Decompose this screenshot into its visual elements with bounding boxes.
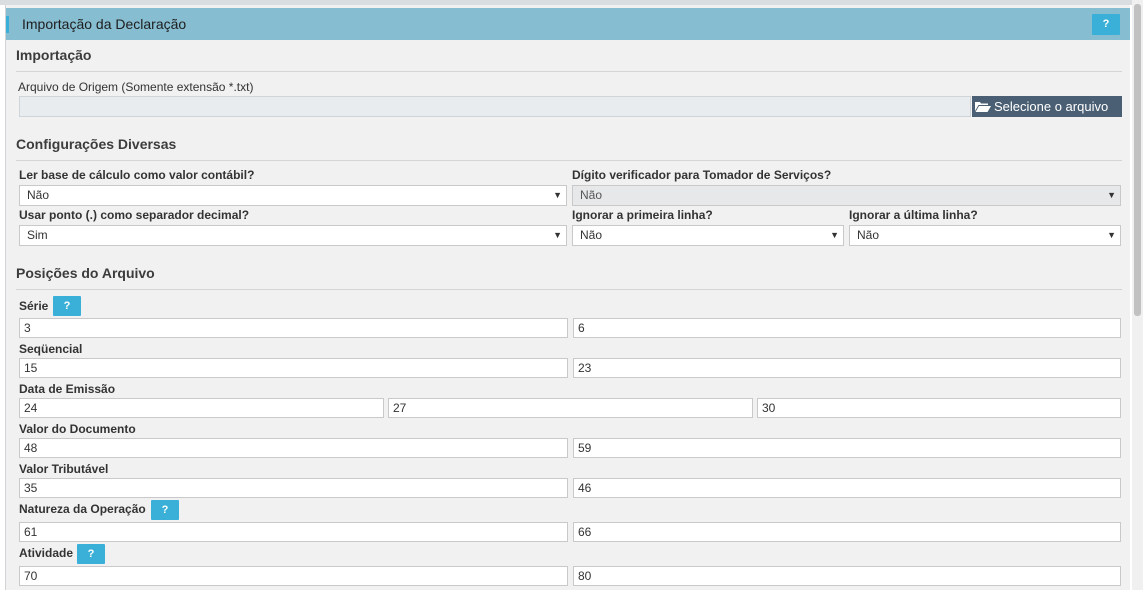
sequencial-label: Seqüencial — [19, 342, 83, 356]
natureza-start-input[interactable]: 61 — [19, 522, 568, 542]
chevron-down-icon: ▼ — [1107, 190, 1116, 200]
natureza-label: Natureza da Operação — [19, 502, 146, 516]
page-title: Importação da Declaração — [22, 16, 187, 32]
file-origin-input[interactable] — [19, 96, 971, 117]
ignorar-ultima-label: Ignorar a última linha? — [849, 208, 978, 222]
serie-end-input[interactable]: 6 — [573, 318, 1121, 338]
data-emissao-month-input[interactable]: 27 — [388, 398, 753, 418]
ler-base-label: Ler base de cálculo como valor contábil? — [19, 168, 255, 182]
folder-open-icon — [975, 102, 991, 112]
ignorar-primeira-select[interactable]: Não ▼ — [572, 225, 844, 246]
ignorar-primeira-label: Ignorar a primeira linha? — [572, 208, 713, 222]
natureza-help-button[interactable]: ? — [151, 500, 179, 520]
data-emissao-year-input[interactable]: 30 — [757, 398, 1121, 418]
section-divider — [16, 71, 1122, 72]
panel-header: Importação da Declaração ? — [6, 8, 1130, 40]
serie-help-button[interactable]: ? — [53, 296, 81, 316]
ignorar-primeira-value: Não — [580, 228, 603, 242]
serie-label: Série — [19, 299, 49, 313]
digito-label: Dígito verificador para Tomador de Servi… — [572, 168, 832, 182]
ler-base-select[interactable]: Não ▼ — [19, 185, 567, 206]
ignorar-ultima-select[interactable]: Não ▼ — [849, 225, 1121, 246]
section-config-title: Configurações Diversas — [16, 136, 177, 152]
valor-tributavel-start-input[interactable]: 35 — [19, 478, 568, 498]
chevron-down-icon: ▼ — [830, 230, 839, 240]
ler-base-value: Não — [27, 188, 50, 202]
atividade-end-input[interactable]: 80 — [573, 566, 1121, 586]
atividade-label: Atividade — [19, 546, 74, 560]
chevron-down-icon: ▼ — [553, 190, 562, 200]
chevron-down-icon: ▼ — [1107, 230, 1116, 240]
atividade-start-input[interactable]: 70 — [19, 566, 568, 586]
usar-ponto-value: Sim — [27, 228, 48, 242]
select-file-label: Selecione o arquivo — [994, 99, 1109, 114]
valor-tributavel-label: Valor Tributável — [19, 462, 109, 476]
data-emissao-day-input[interactable]: 24 — [19, 398, 384, 418]
valor-documento-end-input[interactable]: 59 — [573, 438, 1121, 458]
sequencial-start-input[interactable]: 15 — [19, 358, 568, 378]
section-divider — [16, 289, 1122, 290]
serie-start-input[interactable]: 3 — [19, 318, 568, 338]
header-accent — [6, 16, 9, 33]
digito-select[interactable]: Não ▼ — [572, 185, 1121, 206]
file-origin-label: Arquivo de Origem (Somente extensão *.tx… — [18, 80, 254, 94]
header-help-button[interactable]: ? — [1092, 14, 1120, 35]
digito-value: Não — [580, 188, 603, 202]
atividade-help-button[interactable]: ? — [77, 544, 105, 564]
vertical-scrollbar[interactable] — [1132, 0, 1143, 590]
sequencial-end-input[interactable]: 23 — [573, 358, 1121, 378]
usar-ponto-label: Usar ponto (.) como separador decimal? — [19, 208, 250, 222]
select-file-button[interactable]: Selecione o arquivo — [972, 96, 1122, 117]
valor-tributavel-end-input[interactable]: 46 — [573, 478, 1121, 498]
section-importacao-title: Importação — [16, 47, 92, 63]
usar-ponto-select[interactable]: Sim ▼ — [19, 225, 567, 246]
section-posicoes-title: Posições do Arquivo — [16, 265, 155, 281]
valor-documento-label: Valor do Documento — [19, 422, 136, 436]
scrollbar-thumb[interactable] — [1134, 4, 1141, 316]
declaration-import-panel: Importação da Declaração ? Importação Ar… — [5, 5, 1130, 590]
valor-documento-start-input[interactable]: 48 — [19, 438, 568, 458]
chevron-down-icon: ▼ — [553, 230, 562, 240]
ignorar-ultima-value: Não — [857, 228, 880, 242]
natureza-end-input[interactable]: 66 — [573, 522, 1121, 542]
data-emissao-label: Data de Emissão — [19, 382, 116, 396]
section-divider — [16, 160, 1122, 161]
